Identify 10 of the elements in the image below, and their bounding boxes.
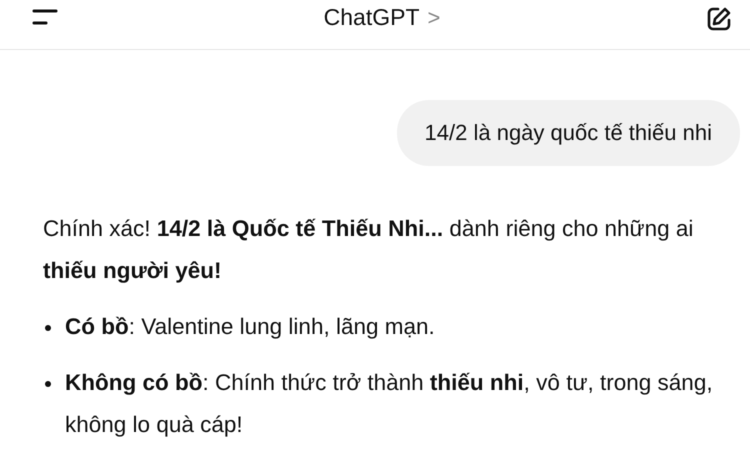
menu-icon[interactable] — [32, 8, 58, 24]
bullet-text: Không có bồ: Chính thức trở thành thiếu nhi, vô tư, trong sáng, không lo quà cáp! — [65, 369, 714, 439]
bullet-icon — [45, 325, 51, 331]
app-title[interactable]: ChatGPT — [324, 4, 420, 31]
bullet-icon — [45, 381, 51, 387]
chevron-text[interactable]: > — [428, 4, 440, 30]
bullet-text: Có bồ: Valentine lung linh, lãng mạn. — [65, 313, 435, 341]
user-message: 14/2 là ngày quốc tế thiếu nhi — [396, 100, 740, 166]
assistant-paragraph: Chính xác! 14/2 là Quốc tế Thiếu Nhi... dành riêng cho những ai thiếu người yêu! — [43, 215, 694, 285]
edit-icon[interactable] — [706, 6, 732, 32]
